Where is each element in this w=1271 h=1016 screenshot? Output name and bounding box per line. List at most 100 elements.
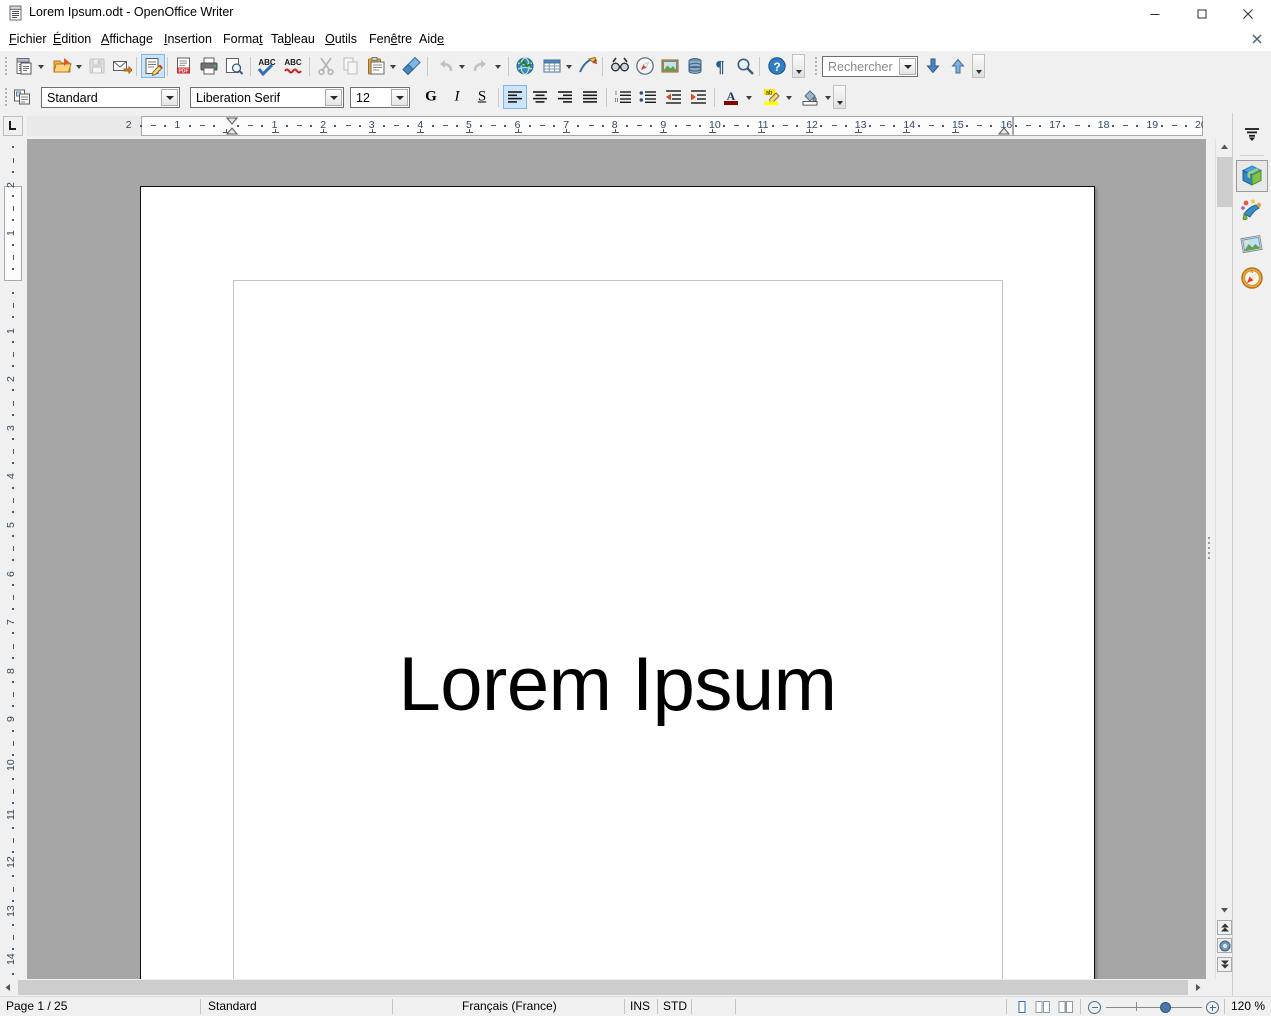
vertical-scroll-thumb[interactable]: [1217, 157, 1232, 207]
scroll-right-button[interactable]: [1189, 979, 1206, 996]
italic-button[interactable]: I: [445, 85, 469, 109]
search-toolbar-overflow[interactable]: [972, 54, 985, 78]
unordered-list-icon[interactable]: [636, 85, 660, 109]
apply-style-icon[interactable]: [10, 85, 34, 109]
menu-affichage[interactable]: Affichage: [96, 30, 158, 48]
help-icon[interactable]: ?: [765, 54, 789, 78]
menu-fenetre[interactable]: Fenêtre: [364, 30, 417, 48]
zoom-slider-track[interactable]: [1106, 1007, 1202, 1008]
close-document-icon[interactable]: [1249, 31, 1265, 47]
new-document-icon[interactable]: [12, 54, 36, 78]
paste-dropdown[interactable]: [388, 54, 399, 78]
status-page-number[interactable]: Page 1 / 25: [6, 999, 67, 1014]
scroll-up-button[interactable]: [1216, 139, 1233, 156]
menu-fichier[interactable]: FFichierichier: [4, 30, 52, 48]
menu-aide[interactable]: Aide: [414, 30, 449, 48]
left-indent-marker[interactable]: [226, 117, 238, 135]
align-right-button[interactable]: [553, 85, 577, 109]
status-insert-mode[interactable]: INS: [630, 999, 650, 1014]
search-dropdown-icon[interactable]: [899, 58, 916, 75]
previous-page-button[interactable]: [1217, 920, 1232, 935]
navigation-target-button[interactable]: [1217, 938, 1232, 953]
status-page-style[interactable]: Standard: [208, 999, 257, 1014]
zoom-icon[interactable]: [733, 54, 757, 78]
font-size-dropdown-icon[interactable]: [391, 89, 408, 106]
menu-edition[interactable]: Édition: [48, 30, 96, 48]
zoom-slider-thumb[interactable]: [1160, 1002, 1171, 1013]
next-page-button[interactable]: [1217, 957, 1232, 972]
align-left-button[interactable]: [503, 85, 527, 109]
document-page[interactable]: Lorem Ipsum: [140, 186, 1095, 979]
find-previous-icon[interactable]: [946, 54, 970, 78]
book-view-button[interactable]: [1057, 999, 1074, 1014]
highlight-color-icon[interactable]: ab: [759, 85, 783, 109]
undo-icon[interactable]: [433, 54, 457, 78]
zoom-in-button[interactable]: [1206, 1001, 1219, 1014]
standard-toolbar-overflow[interactable]: [792, 54, 805, 78]
menu-format[interactable]: Format: [218, 30, 268, 48]
insert-table-icon[interactable]: [540, 54, 564, 78]
formatting-toolbar-grip[interactable]: [3, 88, 8, 107]
font-name-combo[interactable]: Liberation Serif: [190, 87, 344, 108]
bold-button[interactable]: G: [419, 85, 443, 109]
navigator-icon[interactable]: [633, 54, 657, 78]
redo-dropdown[interactable]: [493, 54, 504, 78]
clone-formatting-icon[interactable]: [400, 54, 424, 78]
toolbar-grip[interactable]: [3, 57, 8, 76]
horizontal-scrollbar[interactable]: [0, 979, 1206, 996]
open-document-dropdown[interactable]: [74, 54, 85, 78]
close-button[interactable]: [1225, 0, 1271, 27]
underline-button[interactable]: S: [470, 85, 494, 109]
maximize-button[interactable]: [1179, 0, 1225, 27]
copy-icon[interactable]: [339, 54, 363, 78]
search-input[interactable]: Rechercher: [822, 56, 918, 77]
sidebar-item-navigator[interactable]: N: [1236, 262, 1268, 294]
formatting-toolbar-overflow[interactable]: [833, 85, 846, 109]
sidebar-item-styles-and-formatting[interactable]: [1236, 194, 1268, 226]
zoom-out-button[interactable]: [1088, 1001, 1101, 1014]
insert-table-dropdown[interactable]: [564, 54, 575, 78]
ordered-list-icon[interactable]: I II: [611, 85, 635, 109]
align-center-button[interactable]: [528, 85, 552, 109]
paste-icon[interactable]: [364, 54, 388, 78]
print-icon[interactable]: [197, 54, 221, 78]
export-pdf-icon[interactable]: PDF: [172, 54, 196, 78]
search-toolbar-grip[interactable]: [813, 57, 818, 76]
redo-icon[interactable]: [469, 54, 493, 78]
status-language[interactable]: Français (France): [462, 999, 557, 1014]
vertical-ruler[interactable]: 211234567891011121314: [0, 139, 27, 979]
data-sources-icon[interactable]: [683, 54, 707, 78]
increase-indent-icon[interactable]: [686, 85, 710, 109]
open-document-icon[interactable]: [50, 54, 74, 78]
menu-tableau[interactable]: Tableau: [266, 30, 320, 48]
scroll-left-button[interactable]: [0, 979, 17, 996]
cut-icon[interactable]: [314, 54, 338, 78]
font-name-dropdown-icon[interactable]: [325, 89, 342, 106]
formatting-marks-icon[interactable]: ¶: [708, 54, 732, 78]
sidebar-item-gallery[interactable]: [1236, 228, 1268, 260]
undo-dropdown[interactable]: [457, 54, 468, 78]
menu-outils[interactable]: Outils: [320, 30, 362, 48]
font-color-dropdown[interactable]: [744, 85, 755, 109]
font-size-combo[interactable]: 12: [350, 87, 410, 108]
tab-stop-left-icon[interactable]: [3, 116, 23, 136]
font-color-icon[interactable]: A: [719, 85, 743, 109]
find-replace-icon[interactable]: [608, 54, 632, 78]
single-page-view-button[interactable]: [1013, 999, 1030, 1014]
vertical-scrollbar[interactable]: [1215, 139, 1233, 979]
horizontal-scroll-thumb[interactable]: [18, 980, 1188, 995]
document-title-text[interactable]: Lorem Ipsum: [141, 642, 1094, 728]
decrease-indent-icon[interactable]: [661, 85, 685, 109]
new-document-dropdown[interactable]: [36, 54, 47, 78]
document-canvas[interactable]: Lorem Ipsum: [27, 139, 1206, 979]
horizontal-ruler[interactable]: 211234567891011121314151617181920: [27, 116, 1203, 136]
autospellcheck-icon[interactable]: ABC: [281, 54, 305, 78]
align-justified-button[interactable]: [578, 85, 602, 109]
save-icon[interactable]: [85, 54, 109, 78]
status-zoom-value[interactable]: 120 %: [1231, 999, 1265, 1014]
sidebar-settings[interactable]: [1236, 118, 1268, 150]
send-email-icon[interactable]: [110, 54, 134, 78]
minimize-button[interactable]: [1132, 0, 1178, 27]
right-indent-marker[interactable]: [998, 117, 1010, 135]
print-preview-icon[interactable]: [222, 54, 246, 78]
